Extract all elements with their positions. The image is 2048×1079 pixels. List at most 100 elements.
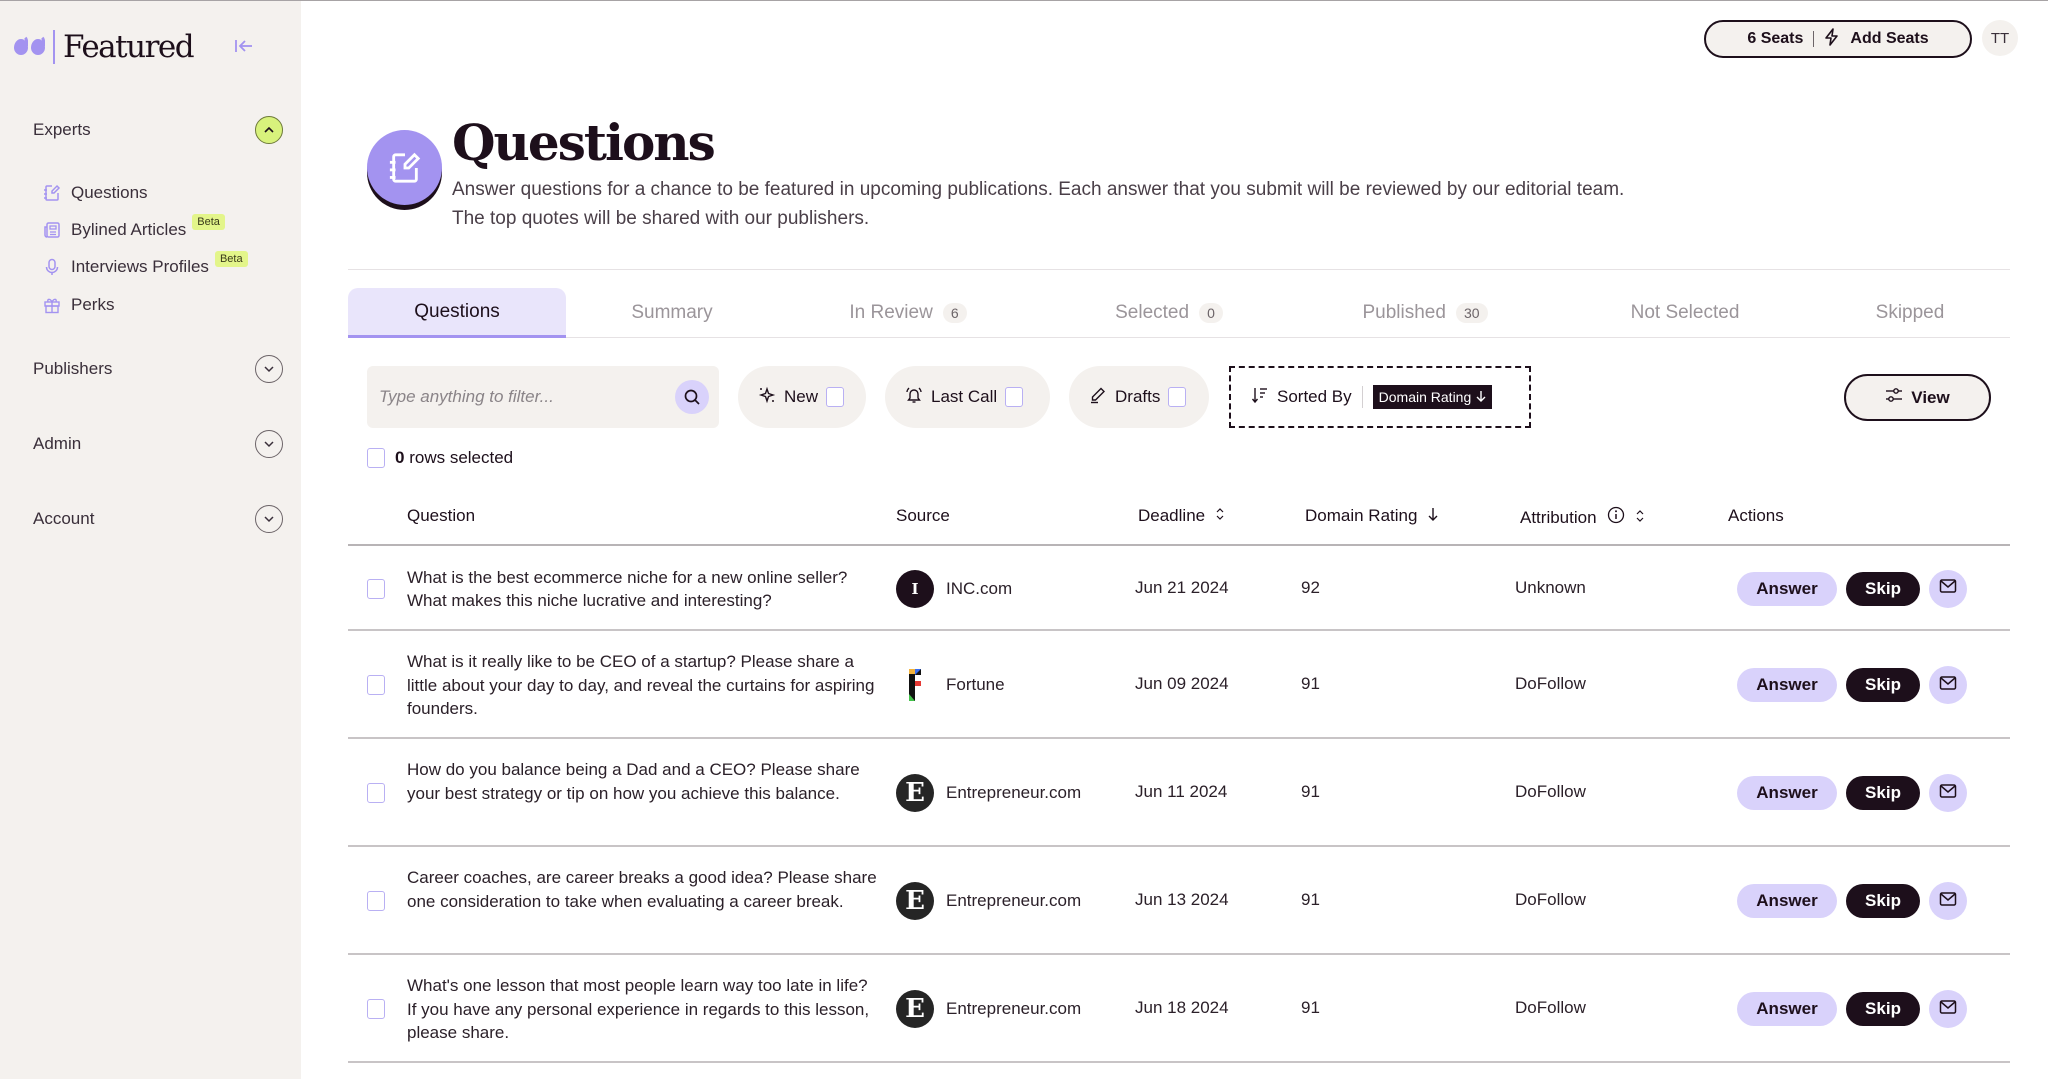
question-text[interactable]: What is the best ecommerce niche for a n… [407, 566, 877, 613]
domain-rating: 92 [1301, 577, 1320, 597]
sliders-icon [1885, 387, 1903, 408]
row-checkbox[interactable] [367, 891, 385, 911]
answer-button[interactable]: Answer [1737, 571, 1837, 606]
tab-skipped[interactable]: Skipped [1820, 288, 2000, 338]
add-seats-label: Add Seats [1850, 30, 1929, 47]
tab-label: Questions [414, 300, 500, 322]
filter-input[interactable] [379, 387, 675, 407]
sort-field-label: Domain Rating [1378, 389, 1472, 405]
sidebar-item-bylined-articles[interactable]: Bylined Articles Beta [43, 214, 225, 240]
arrow-down-icon[interactable] [1427, 506, 1439, 526]
answer-button[interactable]: Answer [1737, 992, 1837, 1026]
skip-button[interactable]: Skip [1846, 571, 1920, 606]
sidebar-item-perks[interactable]: Perks [43, 295, 114, 315]
row-checkbox[interactable] [367, 675, 385, 695]
mail-button[interactable] [1929, 882, 1967, 920]
skip-button[interactable]: Skip [1846, 776, 1920, 810]
tab-label: Skipped [1875, 302, 1945, 323]
pencil-icon [1089, 386, 1107, 409]
page-description: Answer questions for a chance to be feat… [452, 179, 1625, 229]
chip-checkbox[interactable] [826, 387, 845, 407]
chip-checkbox[interactable] [1005, 387, 1024, 407]
select-all-checkbox[interactable] [367, 448, 385, 468]
search-icon[interactable] [675, 380, 709, 414]
deadline: Jun 18 2024 [1135, 998, 1229, 1017]
table-row[interactable]: What is the best ecommerce niche for a n… [348, 546, 2010, 631]
chevron-down-icon[interactable] [255, 505, 283, 533]
sparkles-icon [758, 386, 776, 409]
row-checkbox[interactable] [367, 578, 385, 599]
sidebar-item-label: Perks [71, 295, 115, 314]
chevron-down-icon[interactable] [255, 355, 283, 383]
user-avatar[interactable]: TT [1982, 20, 2018, 56]
column-deadline[interactable]: Deadline [1138, 506, 1225, 526]
source-cell: E Entrepreneur.com [896, 774, 1081, 812]
chip-checkbox[interactable] [1168, 387, 1187, 407]
sort-toggle-icon[interactable] [1215, 506, 1225, 526]
table-row[interactable]: Career coaches, are career breaks a good… [348, 847, 2010, 955]
mail-button[interactable] [1929, 774, 1967, 812]
table-row[interactable]: What is it really like to be CEO of a st… [348, 631, 2010, 739]
question-text[interactable]: Career coaches, are career breaks a good… [407, 866, 877, 913]
source-name: Entrepreneur.com [946, 783, 1082, 802]
selected-count: 0 [395, 448, 405, 467]
sort-toggle-icon[interactable] [1635, 508, 1645, 528]
info-icon[interactable] [1607, 506, 1625, 529]
view-button[interactable]: View [1844, 374, 1991, 421]
column-domain-rating[interactable]: Domain Rating [1305, 506, 1439, 526]
row-checkbox[interactable] [367, 783, 385, 803]
sidebar-section-experts[interactable]: Experts [33, 116, 283, 144]
seats-divider [1813, 31, 1815, 47]
answer-button[interactable]: Answer [1737, 668, 1837, 702]
sidebar: Featured Experts Questions Bylined Artic… [0, 1, 301, 1079]
table-row[interactable]: What's one lesson that most people learn… [348, 955, 2010, 1063]
column-attribution[interactable]: Attribution [1520, 506, 1645, 529]
sidebar-section-admin[interactable]: Admin [33, 430, 283, 458]
sidebar-item-questions[interactable]: Questions [43, 183, 148, 203]
tab-not-selected[interactable]: Not Selected [1550, 288, 1820, 338]
collapse-sidebar-icon[interactable] [234, 36, 254, 56]
sort-field-pill[interactable]: Domain Rating [1372, 385, 1493, 409]
mail-button[interactable] [1929, 666, 1967, 704]
source-logo: I [896, 569, 934, 608]
table-header: Question Source Deadline Domain Rating A… [348, 491, 2010, 546]
question-text[interactable]: What's one lesson that most people learn… [407, 974, 877, 1045]
source-name: Entrepreneur.com [946, 999, 1082, 1018]
skip-button[interactable]: Skip [1846, 992, 1920, 1026]
tab-in-review[interactable]: In Review 6 [778, 288, 1038, 338]
section-label: Publishers [33, 359, 113, 378]
skip-button[interactable]: Skip [1846, 668, 1920, 702]
tab-questions[interactable]: Questions [348, 288, 566, 338]
deadline: Jun 13 2024 [1135, 890, 1229, 909]
tab-summary[interactable]: Summary [566, 288, 778, 338]
filter-chip-drafts[interactable]: Drafts [1069, 366, 1209, 428]
answer-button[interactable]: Answer [1737, 884, 1837, 918]
chevron-up-icon[interactable] [255, 116, 283, 144]
filter-chip-last-call[interactable]: Last Call [885, 366, 1050, 428]
sidebar-section-publishers[interactable]: Publishers [33, 355, 283, 383]
mail-button[interactable] [1929, 569, 1967, 608]
tab-label: Summary [631, 302, 713, 323]
tab-bar: Questions Summary In Review 6 Selected 0… [348, 288, 2010, 338]
chevron-down-icon[interactable] [255, 430, 283, 458]
filter-chip-new[interactable]: New [738, 366, 866, 428]
tab-selected[interactable]: Selected 0 [1038, 288, 1300, 338]
bell-ring-icon [905, 386, 923, 409]
row-checkbox[interactable] [367, 999, 385, 1019]
seats-button[interactable]: 6 Seats Add Seats [1704, 20, 1972, 58]
tab-label: Selected [1115, 302, 1190, 323]
table-row[interactable]: How do you balance being a Dad and a CEO… [348, 739, 2010, 847]
question-text[interactable]: How do you balance being a Dad and a CEO… [407, 758, 877, 805]
sidebar-section-account[interactable]: Account [33, 505, 283, 533]
sort-control[interactable]: Sorted By Domain Rating [1229, 366, 1531, 428]
skip-button[interactable]: Skip [1846, 884, 1920, 918]
question-text[interactable]: What is it really like to be CEO of a st… [407, 650, 877, 721]
lightning-icon [1824, 27, 1840, 51]
mail-button[interactable] [1929, 990, 1967, 1028]
tab-label: Not Selected [1630, 302, 1740, 323]
app-logo[interactable]: Featured [14, 27, 195, 67]
tab-published[interactable]: Published 30 [1300, 288, 1550, 338]
sidebar-item-interviews-profiles[interactable]: Interviews Profiles Beta [43, 251, 248, 277]
attribution: DoFollow [1515, 998, 1586, 1017]
answer-button[interactable]: Answer [1737, 776, 1837, 810]
